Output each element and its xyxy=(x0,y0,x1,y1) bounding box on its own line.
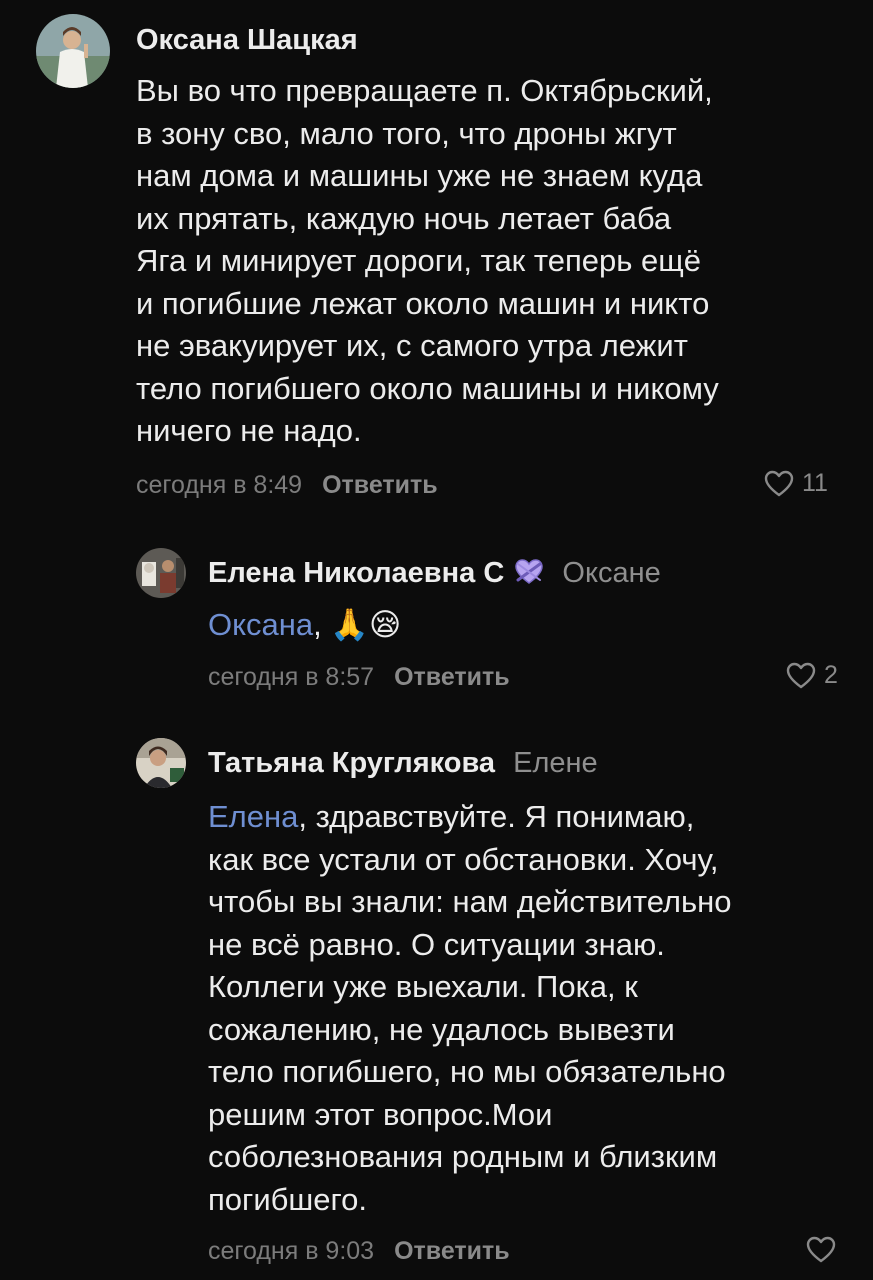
reply-button[interactable]: Ответить xyxy=(394,663,510,691)
avatar[interactable] xyxy=(36,14,110,88)
purple-heart-badge-icon xyxy=(514,558,544,595)
like-button[interactable]: 11 xyxy=(764,469,828,498)
author-name[interactable]: Оксана Шацкая xyxy=(136,24,358,56)
comment-text: Оксана, 🙏😪 xyxy=(208,604,848,647)
avatar[interactable] xyxy=(136,548,186,598)
comments-screen: { "comments": [ { "author": "Оксана Шацк… xyxy=(0,0,873,1280)
heart-icon xyxy=(764,470,794,496)
comment-text: Елена, здравствуйте. Я понимаю, как все … xyxy=(208,796,858,1221)
comment-text: Вы во что превращаете п. Октябрьский, в … xyxy=(136,70,856,453)
mention-link[interactable]: Оксана xyxy=(208,607,313,642)
comment-text-content: , 🙏😪 xyxy=(313,607,402,642)
mention-link[interactable]: Елена xyxy=(208,799,298,834)
reply-to-name[interactable]: Оксане xyxy=(562,557,660,589)
comment-text-content: , здравствуйте. Я понимаю, как все устал… xyxy=(208,799,732,1217)
heart-icon xyxy=(786,662,816,688)
reply-button[interactable]: Ответить xyxy=(394,1237,510,1265)
author-name[interactable]: Татьяна Круглякова xyxy=(208,747,495,779)
comment-timestamp: сегодня в 9:03 xyxy=(208,1237,375,1265)
author-name[interactable]: Елена Николаевна С xyxy=(208,557,504,589)
like-count: 11 xyxy=(802,469,828,497)
comment-timestamp: сегодня в 8:49 xyxy=(136,471,303,499)
comment-text-content: Вы во что превращаете п. Октябрьский, в … xyxy=(136,73,719,448)
like-button[interactable]: 2 xyxy=(786,661,838,690)
like-count: 2 xyxy=(824,661,838,689)
like-button[interactable] xyxy=(806,1236,844,1264)
reply-button[interactable]: Ответить xyxy=(322,471,438,499)
reply-to-name[interactable]: Елене xyxy=(513,747,598,779)
heart-icon xyxy=(806,1236,836,1263)
avatar-photo-icon xyxy=(136,738,186,788)
avatar[interactable] xyxy=(136,738,186,788)
avatar-photo-icon xyxy=(36,14,110,88)
avatar-photo-icon xyxy=(136,548,186,598)
comment-timestamp: сегодня в 8:57 xyxy=(208,663,375,691)
